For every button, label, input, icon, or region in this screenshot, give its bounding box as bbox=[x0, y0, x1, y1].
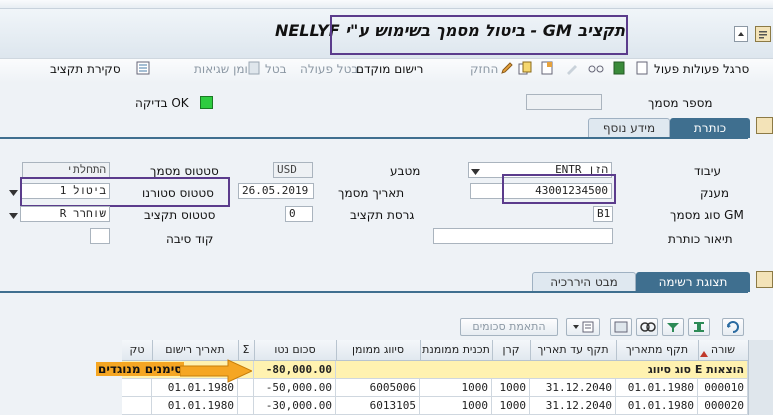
sum-icon[interactable] bbox=[688, 318, 710, 336]
refresh-icon[interactable] bbox=[722, 318, 744, 336]
top-strip bbox=[0, 0, 773, 9]
cell-text[interactable] bbox=[122, 397, 152, 415]
doc-number-field[interactable] bbox=[526, 94, 602, 110]
title-highlight-box bbox=[330, 15, 628, 55]
doc-status-label: סטטוס מסמך bbox=[150, 164, 219, 178]
cell-fund[interactable]: 1000 bbox=[492, 397, 530, 415]
cell-sponsored-class[interactable]: 6013105 bbox=[336, 397, 420, 415]
gm-doc-type-label: סוג מסמך GM bbox=[670, 208, 744, 222]
cell-row[interactable]: 000020 bbox=[698, 397, 748, 415]
col-net-amount-header[interactable]: סכום נטו bbox=[254, 340, 337, 361]
pencil-icon[interactable] bbox=[500, 61, 514, 75]
col-sponsored-class-header[interactable]: סיווג ממומן bbox=[336, 340, 421, 361]
reason-code-label: קוד סיבה bbox=[166, 232, 214, 246]
row-selector-column[interactable] bbox=[748, 340, 773, 415]
action-toolbar-button[interactable]: סרגל פעולות פעול bbox=[654, 62, 749, 76]
chevron-down-icon[interactable] bbox=[471, 165, 480, 179]
edit-icon[interactable] bbox=[565, 61, 579, 75]
cell-posting-date[interactable]: 01.01.1980 bbox=[152, 397, 238, 415]
cell-valid-from[interactable]: 01.01.1980 bbox=[616, 379, 698, 397]
annotation-arrow-icon bbox=[179, 358, 254, 387]
chevron-down-icon[interactable] bbox=[9, 186, 18, 200]
processing-label: עיבוד bbox=[694, 164, 721, 178]
tab-hierarchy-view[interactable]: מבט היררכיה bbox=[532, 272, 636, 292]
tab-header[interactable]: כותרת bbox=[670, 118, 750, 138]
grantor-highlight-box bbox=[502, 174, 616, 204]
doc-status-field[interactable]: התחלתי bbox=[22, 162, 110, 178]
check-ok-label: בדיקה OK bbox=[135, 96, 189, 110]
summary-row-label: סוג סיווג E הוצאות bbox=[336, 361, 748, 379]
cell-sponsored-class[interactable]: 6005006 bbox=[336, 379, 420, 397]
page-icon[interactable] bbox=[635, 61, 649, 75]
chevron-down-icon[interactable] bbox=[9, 209, 18, 223]
col-valid-from-header[interactable]: תקף מתאריך bbox=[616, 340, 699, 361]
cell-fund[interactable]: 1000 bbox=[492, 379, 530, 397]
header-panel-divider bbox=[0, 137, 748, 139]
summary-row-amount: -80,000.00 bbox=[254, 361, 336, 379]
budget-overview-button[interactable]: סקירת תקציב bbox=[50, 62, 121, 76]
expand-panel-icon[interactable] bbox=[756, 117, 773, 134]
cell-grant-program[interactable]: 1000 bbox=[420, 379, 492, 397]
match-amounts-button[interactable]: התאמת סכומים bbox=[460, 318, 558, 336]
filter-icon[interactable] bbox=[662, 318, 684, 336]
header-desc-label: תיאור כותרת bbox=[668, 232, 733, 246]
document-icon[interactable] bbox=[540, 61, 554, 75]
find-icon[interactable] bbox=[636, 318, 658, 336]
cell-sum[interactable] bbox=[238, 397, 254, 415]
budget-status-label: סטטוס תקציב bbox=[144, 208, 216, 222]
cell-row[interactable]: 000010 bbox=[698, 379, 748, 397]
save-icon[interactable] bbox=[612, 61, 626, 75]
doc-number-label: מספר מסמך bbox=[648, 96, 713, 110]
layout-button[interactable] bbox=[566, 318, 600, 336]
col-grant-program-header[interactable]: תכנית ממומנת bbox=[420, 340, 493, 361]
cell-grant-program[interactable]: 1000 bbox=[420, 397, 492, 415]
col-text-header[interactable]: טק bbox=[122, 340, 153, 361]
cell-net-amount[interactable]: -50,000.00 bbox=[254, 379, 336, 397]
cancel-button[interactable]: בטל bbox=[265, 62, 287, 76]
annotation-label: סימנים מנוגדים bbox=[96, 362, 185, 376]
glasses-icon[interactable] bbox=[588, 61, 604, 75]
copy-icon[interactable] bbox=[518, 61, 532, 75]
budget-version-label: גרסת תקציב bbox=[350, 208, 415, 222]
error-log-button[interactable]: יומן שגיאות bbox=[194, 62, 251, 76]
col-valid-to-header[interactable]: תקף עד תאריך bbox=[530, 340, 617, 361]
cell-valid-to[interactable]: 31.12.2040 bbox=[530, 379, 616, 397]
currency-label: מטבע bbox=[390, 164, 421, 178]
doc-date-field[interactable]: 26.05.2019 bbox=[238, 183, 314, 199]
cell-valid-from[interactable]: 01.01.1980 bbox=[616, 397, 698, 415]
log-icon[interactable] bbox=[247, 61, 261, 75]
reversal-highlight-box bbox=[20, 177, 230, 207]
grantor-label: מענק bbox=[700, 186, 729, 200]
reason-code-field[interactable] bbox=[90, 228, 110, 244]
pre-post-button[interactable]: רישום מוקדם bbox=[356, 62, 423, 76]
expand-list-icon[interactable] bbox=[756, 271, 773, 288]
menu-icon[interactable] bbox=[755, 26, 771, 42]
header-desc-field[interactable] bbox=[433, 228, 613, 244]
col-fund-header[interactable]: קרן bbox=[492, 340, 531, 361]
gm-doc-type-field[interactable]: B1 bbox=[593, 206, 613, 222]
cell-net-amount[interactable]: -30,000.00 bbox=[254, 397, 336, 415]
currency-field[interactable]: USD bbox=[273, 162, 313, 178]
cell-text[interactable] bbox=[122, 379, 152, 397]
filter-settings-icon[interactable] bbox=[610, 318, 632, 336]
tab-list-view[interactable]: תצוגת רשימה bbox=[636, 272, 750, 292]
tab-additional-info[interactable]: מידע נוסף bbox=[588, 118, 670, 138]
undo-button[interactable]: בטל פעולה bbox=[300, 62, 358, 76]
budget-version-field[interactable]: 0 bbox=[285, 206, 313, 222]
cell-valid-to[interactable]: 31.12.2040 bbox=[530, 397, 616, 415]
budget-status-select[interactable]: R שוחרר bbox=[20, 206, 110, 222]
dropdown-arrow-icon[interactable] bbox=[734, 26, 748, 42]
status-ok-icon bbox=[200, 96, 213, 109]
overview-icon[interactable] bbox=[136, 61, 150, 75]
hold-button[interactable]: החזק bbox=[470, 62, 498, 76]
list-panel-divider bbox=[0, 291, 748, 293]
doc-date-label: תאריך מסמך bbox=[338, 186, 405, 200]
sort-ascending-icon bbox=[700, 346, 708, 360]
